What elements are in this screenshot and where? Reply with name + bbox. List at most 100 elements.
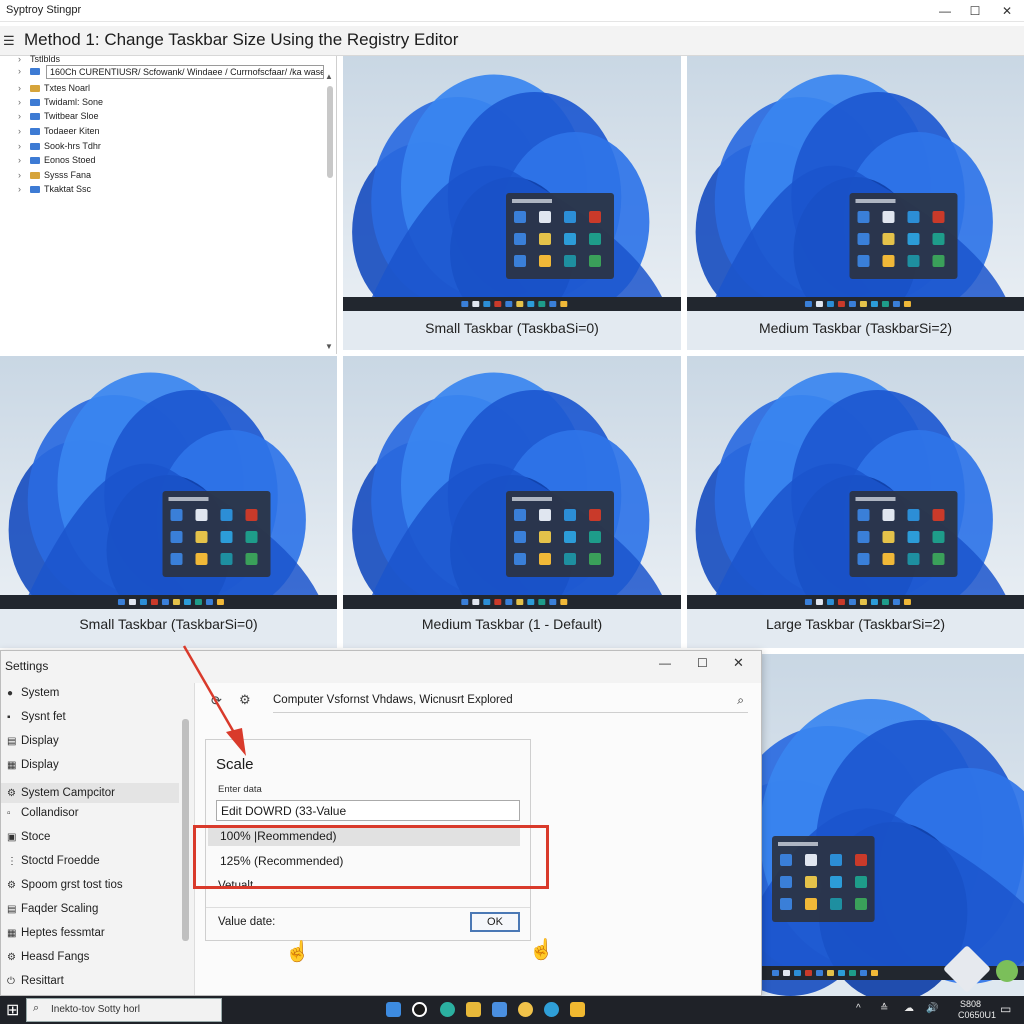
- store-icon[interactable]: [492, 1002, 507, 1017]
- network-icon[interactable]: ≙: [880, 1003, 888, 1014]
- nav-item[interactable]: ⚙ Heasd Fangs: [7, 951, 89, 963]
- nav-item[interactable]: ▪ Sysnt fet: [7, 711, 66, 723]
- scroll-down-icon[interactable]: ▼: [325, 342, 333, 351]
- nav-item[interactable]: ⏻ Resittart: [7, 975, 64, 987]
- article-heading: Method 1: Change Taskbar Size Using the …: [24, 30, 459, 49]
- nav-item[interactable]: ⚙ System Campcitor: [1, 783, 179, 803]
- chrome-icon[interactable]: [518, 1002, 533, 1017]
- app-icon: [855, 898, 867, 910]
- taskbar-app-icon: [804, 301, 812, 307]
- chevron-right-icon[interactable]: ›: [18, 111, 30, 121]
- search-icon[interactable]: ⌕: [737, 693, 744, 708]
- registry-key-row[interactable]: › Sysss Fana: [18, 170, 91, 180]
- minimize-button[interactable]: —: [932, 2, 958, 20]
- taskbar-app-icon: [183, 599, 191, 605]
- registry-key-row[interactable]: › Txtes Noarl: [18, 83, 90, 93]
- nav-item[interactable]: ● System: [7, 687, 59, 699]
- notification-icon[interactable]: ▭: [1000, 1002, 1011, 1016]
- clock-time[interactable]: S808: [960, 999, 981, 1009]
- chevron-right-icon[interactable]: ›: [18, 83, 30, 93]
- registry-key-row[interactable]: › Eonos Stoed: [18, 155, 96, 165]
- app-icon: [589, 233, 601, 245]
- chevron-right-icon[interactable]: ›: [18, 155, 30, 165]
- taskbar-app-icon: [527, 599, 535, 605]
- address-bar[interactable]: Computer Vsfornst Vhdaws, Wicnusrt Explo…: [273, 691, 748, 713]
- folder-icon[interactable]: [570, 1002, 585, 1017]
- computer-icon: ⚙: [7, 788, 16, 799]
- wallpaper-preview: [343, 56, 681, 350]
- clock-date[interactable]: C0650U1: [958, 1010, 996, 1020]
- chevron-right-icon[interactable]: ›: [18, 66, 30, 76]
- registry-scrollbar[interactable]: ▲ ▼: [325, 72, 335, 351]
- registry-path-row[interactable]: ›: [18, 66, 44, 76]
- chevron-right-icon[interactable]: ›: [18, 126, 30, 136]
- nav-item-label: System: [21, 687, 60, 699]
- file-explorer-icon[interactable]: [466, 1002, 481, 1017]
- account-icon: ▪: [7, 712, 11, 723]
- nav-item[interactable]: ▦ Display: [7, 759, 59, 771]
- edge-icon[interactable]: [440, 1002, 455, 1017]
- chevron-right-icon[interactable]: ›: [18, 97, 30, 107]
- registry-key-row[interactable]: › Todaeer Kiten: [18, 126, 100, 136]
- registry-path-field[interactable]: 160Ch CURENTIUSR/ Scfowank/ Windaee / Cu…: [46, 65, 324, 79]
- taskbar-search-box[interactable]: ⌕ Inekto-tov Sotty horl: [26, 998, 222, 1022]
- registry-key-row[interactable]: › Twidaml: Sone: [18, 97, 103, 107]
- windows-logo-icon[interactable]: ⊞: [6, 1000, 19, 1020]
- nav-item[interactable]: ▤ Faqder Scaling: [7, 903, 98, 915]
- volume-icon[interactable]: 🔊: [926, 1003, 938, 1014]
- settings-content: ⟳ ⚙ Computer Vsfornst Vhdaws, Wicnusrt E…: [193, 683, 761, 995]
- app-icon: [857, 255, 870, 267]
- app-icon: [245, 531, 258, 543]
- ok-button[interactable]: OK: [470, 912, 520, 932]
- registry-key-label: Sook-hrs Tdhr: [44, 141, 101, 151]
- task-view-icon[interactable]: [412, 1002, 427, 1017]
- folder-icon: [30, 85, 40, 93]
- taskbar-app-icon: [859, 301, 867, 307]
- taskbar-app-icon: [483, 599, 491, 605]
- taskbar-app-icon: [538, 301, 546, 307]
- taskbar-app-icon: [838, 970, 845, 976]
- chevron-right-icon[interactable]: ›: [18, 141, 30, 151]
- close-button[interactable]: ✕: [994, 2, 1020, 20]
- edit-value-field[interactable]: Edit DOWRD (33-Value: [216, 800, 520, 821]
- nav-item[interactable]: ⋮ Stoctd Froedde: [7, 855, 100, 867]
- nav-item[interactable]: ▤ Display: [7, 735, 59, 747]
- chevron-right-icon[interactable]: ›: [18, 54, 30, 64]
- scroll-up-icon[interactable]: ▲: [325, 72, 333, 81]
- registry-key-row[interactable]: › Tstlblds: [18, 54, 60, 64]
- taskbar-app-icon: [549, 301, 557, 307]
- nav-item[interactable]: ⚙ Spoom grst tost tios: [7, 879, 123, 891]
- nav-item-label: Stoctd Froedde: [21, 855, 100, 867]
- chevron-right-icon[interactable]: ›: [18, 184, 30, 194]
- maximize-button[interactable]: ☐: [697, 656, 708, 670]
- close-button[interactable]: ✕: [733, 655, 744, 671]
- chevron-right-icon[interactable]: ›: [18, 170, 30, 180]
- folder-icon: [30, 68, 40, 76]
- nav-item[interactable]: ▫ Collandisor: [7, 807, 79, 819]
- hand-cursor-icon: ☝: [529, 939, 554, 961]
- registry-key-row[interactable]: › Tkaktat Ssc: [18, 184, 91, 194]
- tray-chevron-icon[interactable]: ^: [856, 1003, 861, 1014]
- taskbar-app-icon: [826, 599, 834, 605]
- maximize-button[interactable]: ☐: [962, 2, 988, 20]
- tile-small-taskbar: Small Taskbar (TaskbaSi=0): [343, 56, 681, 350]
- start-icon[interactable]: [386, 1002, 401, 1017]
- tile-caption: Large Taskbar (TaskbarSi=2): [765, 616, 946, 632]
- registry-key-label: Sysss Fana: [44, 170, 92, 180]
- registry-key-row[interactable]: › Twitbear Sloe: [18, 111, 99, 121]
- nav-item-label: Faqder Scaling: [21, 903, 99, 915]
- taskbar-app-icon: [848, 301, 856, 307]
- edge-browser-icon[interactable]: [544, 1002, 559, 1017]
- nav-item[interactable]: ▣ Stoce: [7, 831, 50, 843]
- keyboard-icon: ▦: [7, 928, 17, 939]
- controller-icon: ▫: [7, 808, 11, 819]
- registry-key-row[interactable]: › Sook-hrs Tdhr: [18, 141, 101, 151]
- cloud-icon[interactable]: ☁: [904, 1003, 914, 1014]
- tile-medium-taskbar: Medium Taskbar (TaskbarSi=2): [687, 56, 1024, 350]
- nav-item[interactable]: ▦ Heptes fessmtar: [7, 927, 105, 939]
- folder-icon: [30, 157, 40, 165]
- minimize-button[interactable]: —: [659, 656, 671, 670]
- nav-item-label: Sysnt fet: [21, 711, 66, 723]
- article-heading-bar: ☰ Method 1: Change Taskbar Size Using th…: [0, 26, 1024, 56]
- scrollbar-thumb[interactable]: [327, 86, 333, 178]
